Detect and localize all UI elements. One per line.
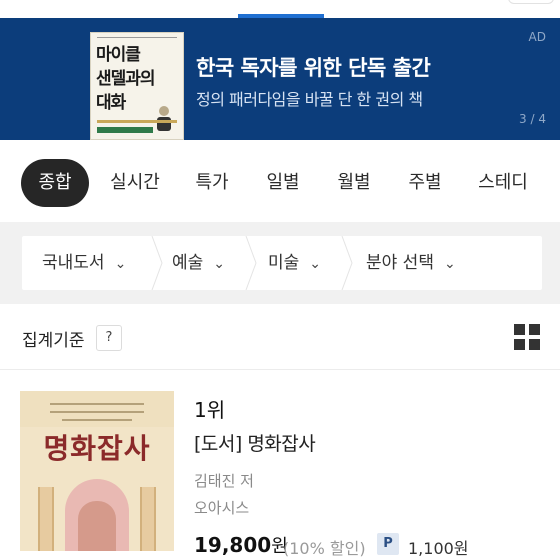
category-breadcrumb: 국내도서 ⌄ 예술 ⌄ 미술 ⌄ 분야 선택 ⌄	[22, 236, 542, 290]
filter-label: 예술	[172, 253, 204, 273]
ranking-tabs: 종합 실시간 특가 일별 월별 주별 스테디	[0, 140, 560, 222]
cover-text-line	[62, 419, 132, 421]
cover-stripe	[97, 120, 177, 123]
filter-label: 미술	[268, 253, 300, 273]
top-strip	[0, 0, 560, 18]
help-button[interactable]: ?	[96, 325, 122, 351]
filter-section: 국내도서 ⌄ 예술 ⌄ 미술 ⌄ 분야 선택 ⌄	[0, 222, 560, 304]
cover-title-line: 마이클	[96, 45, 141, 65]
criteria-label: 집계기준	[22, 331, 85, 351]
cover-top-rule	[97, 37, 177, 41]
chevron-down-icon: ⌄	[213, 256, 226, 272]
cover-bottom-strip	[20, 551, 174, 560]
cover-text-line	[50, 411, 144, 413]
grid-view-icon[interactable]	[514, 324, 540, 350]
tab-overall[interactable]: 종합	[21, 159, 89, 207]
banner-page-indicator: 3 / 4	[519, 112, 546, 126]
promo-banner[interactable]: 마이클 샌델과의 대화 한국 독자를 위한 단독 출간 정의 패러다임을 바꿀 …	[0, 18, 560, 140]
book-cover-image[interactable]: 명화잡사	[20, 391, 174, 560]
separator-icon	[151, 236, 163, 290]
discount-label: (10% 할인)	[283, 539, 366, 558]
cover-foot-stripe	[97, 127, 153, 133]
cover-figure-icon	[157, 106, 171, 131]
ad-label: AD	[528, 30, 546, 44]
rank-label: 1위	[194, 398, 226, 422]
filter-domestic-books[interactable]: 국내도서 ⌄	[42, 236, 126, 290]
tab-monthly[interactable]: 월별	[331, 159, 377, 207]
cover-column	[140, 487, 156, 560]
cover-header	[20, 391, 174, 427]
tab-special[interactable]: 특가	[190, 159, 234, 207]
filter-fine-art[interactable]: 미술 ⌄	[268, 236, 321, 290]
points-value: 1,100원	[408, 539, 469, 558]
chevron-down-icon: ⌄	[309, 256, 322, 272]
author-label[interactable]: 김태진 저	[194, 470, 254, 491]
tab-realtime[interactable]: 실시간	[105, 159, 165, 207]
separator-icon	[341, 236, 353, 290]
filter-label: 분야 선택	[366, 253, 434, 273]
cover-column	[38, 487, 54, 560]
separator-icon	[245, 236, 257, 290]
price-value: 19,800	[194, 533, 272, 557]
banner-book-cover: 마이클 샌델과의 대화	[90, 32, 184, 140]
point-icon: P	[377, 533, 399, 555]
tab-daily[interactable]: 일별	[260, 159, 306, 207]
tab-steady[interactable]: 스테디	[472, 159, 534, 207]
cover-title: 명화잡사	[43, 432, 151, 465]
filter-art[interactable]: 예술 ⌄	[172, 236, 225, 290]
price: 19,800원	[194, 532, 288, 558]
book-title-link[interactable]: [도서] 명화잡사	[194, 429, 316, 456]
cover-title-line: 샌델과의	[96, 69, 156, 89]
tab-weekly[interactable]: 주별	[402, 159, 448, 207]
publisher-label[interactable]: 오아시스	[194, 497, 249, 518]
criteria-row: 집계기준 ?	[0, 304, 560, 370]
filter-select-field[interactable]: 분야 선택 ⌄	[366, 236, 456, 290]
filter-label: 국내도서	[42, 253, 105, 273]
chevron-down-icon: ⌄	[114, 256, 127, 272]
banner-title: 한국 독자를 위한 단독 출간	[196, 56, 431, 80]
top-pill-button[interactable]	[508, 0, 554, 4]
cover-text-line	[50, 403, 144, 405]
chevron-down-icon: ⌄	[443, 256, 456, 272]
banner-subtitle: 정의 패러다임을 바꿀 단 한 권의 책	[196, 90, 423, 109]
